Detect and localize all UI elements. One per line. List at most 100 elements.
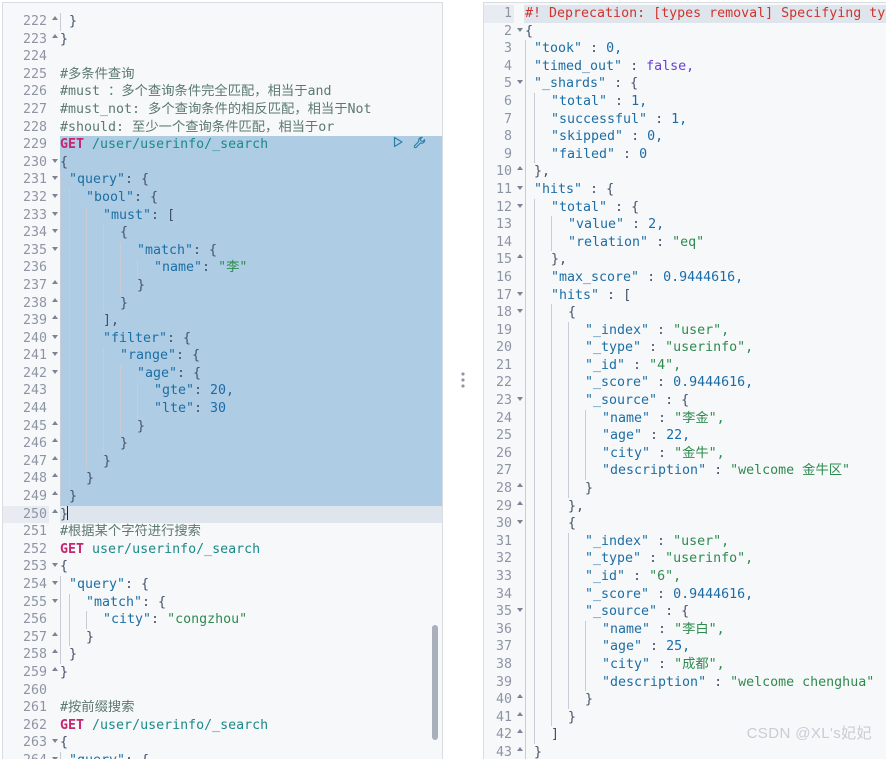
request-editor-scrollbar[interactable] — [432, 625, 438, 740]
fold-expand-icon[interactable] — [49, 312, 60, 330]
code-line[interactable]: 243 "gte": 20, — [3, 382, 442, 401]
fold-collapse-icon[interactable] — [49, 594, 60, 612]
code-line[interactable]: 25 "age" : 22, — [484, 427, 886, 445]
fold-collapse-icon[interactable] — [49, 189, 60, 207]
fold-expand-icon[interactable] — [49, 31, 60, 49]
code-line[interactable]: 15}, — [484, 251, 886, 269]
code-line[interactable]: 40} — [484, 691, 886, 709]
fold-collapse-icon[interactable] — [49, 224, 60, 242]
code-line[interactable]: 18 { — [484, 304, 886, 322]
fold-collapse-icon[interactable] — [49, 558, 60, 576]
request-actions[interactable] — [392, 136, 426, 154]
code-line[interactable]: 251 #根据某个字符进行搜索 — [3, 523, 442, 541]
code-line[interactable]: 5 "_shards" : { — [484, 75, 886, 93]
code-line[interactable]: 36 "name" : "李白", — [484, 620, 886, 639]
code-line[interactable]: 228 #should: 至少一个查询条件匹配，相当于or — [3, 119, 442, 137]
code-line[interactable]: 37 "age" : 25, — [484, 638, 886, 656]
request-editor-scroll[interactable]: 222} 223} 224 225 #多条件查询 226 #must ：多个查询条件完全匹配… — [3, 3, 442, 759]
code-line[interactable]: 9 "failed" : 0 — [484, 145, 886, 164]
code-line[interactable]: 35 "_source" : { — [484, 603, 886, 621]
code-line[interactable]: 38 "city" : "成都", — [484, 655, 886, 674]
fold-expand-icon[interactable] — [49, 646, 60, 664]
code-line[interactable]: 230 { — [3, 153, 442, 172]
code-line[interactable]: 258} — [3, 646, 442, 664]
code-line[interactable]: 32 "_type" : "userinfo", — [484, 550, 886, 568]
code-line[interactable]: 21 "_id" : "4", — [484, 356, 886, 375]
request-editor-lines[interactable]: 222} 223} 224 225 #多条件查询 226 #must ：多个查询条件完全匹配… — [3, 13, 442, 759]
fold-collapse-icon[interactable] — [49, 734, 60, 752]
code-line[interactable]: 223} — [3, 31, 442, 49]
fold-expand-icon[interactable] — [49, 506, 60, 524]
fold-collapse-icon[interactable] — [514, 304, 525, 322]
code-line[interactable]: 27 "description" : "welcome 金牛区" — [484, 462, 886, 481]
fold-expand-icon[interactable] — [49, 435, 60, 453]
wrench-icon[interactable] — [413, 136, 426, 155]
code-line[interactable]: 229 GET /user/userinfo/_search — [3, 136, 442, 154]
code-line[interactable]: 247} — [3, 452, 442, 471]
code-line[interactable]: 19 "_index" : "user", — [484, 321, 886, 340]
fold-collapse-icon[interactable] — [514, 199, 525, 217]
code-line[interactable]: 254 "query": { — [3, 576, 442, 594]
fold-collapse-icon[interactable] — [514, 181, 525, 199]
code-line[interactable]: 4 "timed_out" : false, — [484, 57, 886, 76]
code-line[interactable]: 30 { — [484, 515, 886, 533]
fold-collapse-icon[interactable] — [514, 287, 525, 305]
code-line[interactable]: 240 "filter": { — [3, 329, 442, 348]
code-line[interactable]: 255 "match": { — [3, 593, 442, 612]
code-line[interactable]: 3 "took" : 0, — [484, 40, 886, 58]
code-line[interactable]: 17 "hits" : [ — [484, 286, 886, 305]
code-line[interactable]: 12 "total" : { — [484, 198, 886, 217]
split-drag-handle-icon[interactable] — [461, 372, 465, 387]
code-line[interactable]: 235 "match": { — [3, 241, 442, 260]
code-line[interactable]: 242 "age": { — [3, 364, 442, 383]
fold-collapse-icon[interactable] — [514, 23, 525, 41]
fold-expand-icon[interactable] — [514, 163, 525, 181]
code-line[interactable]: 29}, — [484, 497, 886, 516]
code-line[interactable]: 256 "city": "congzhou" — [3, 611, 442, 629]
fold-collapse-icon[interactable] — [514, 392, 525, 410]
code-line[interactable]: 11 "hits" : { — [484, 180, 886, 199]
code-line[interactable]: 6 "total" : 1, — [484, 92, 886, 111]
fold-expand-icon[interactable] — [514, 480, 525, 498]
fold-expand-icon[interactable] — [514, 691, 525, 709]
code-line[interactable]: 224 — [3, 48, 442, 66]
fold-collapse-icon[interactable] — [49, 347, 60, 365]
code-line[interactable]: 34 "_score" : 0.9444616, — [484, 585, 886, 604]
play-icon[interactable] — [392, 136, 404, 154]
code-line[interactable]: 225 #多条件查询 — [3, 66, 442, 84]
code-line[interactable]: 244 "lte": 30 — [3, 400, 442, 418]
fold-expand-icon[interactable] — [49, 13, 60, 31]
code-line[interactable]: 232 "bool": { — [3, 188, 442, 207]
code-line[interactable]: 234 { — [3, 224, 442, 242]
panel-splitter[interactable] — [443, 0, 483, 759]
fold-expand-icon[interactable] — [49, 470, 60, 488]
code-line[interactable]: 239], — [3, 312, 442, 330]
fold-collapse-icon[interactable] — [514, 515, 525, 533]
fold-collapse-icon[interactable] — [514, 603, 525, 621]
fold-expand-icon[interactable] — [49, 418, 60, 436]
code-line[interactable]: 227 #must_not: 多个查询条件的相反匹配，相当于Not — [3, 101, 442, 119]
fold-collapse-icon[interactable] — [49, 365, 60, 383]
code-line[interactable]: 26 "city" : "金牛", — [484, 444, 886, 463]
fold-collapse-icon[interactable] — [49, 207, 60, 225]
request-editor-panel[interactable]: 222} 223} 224 225 #多条件查询 226 #must ：多个查询条件完全匹配… — [2, 2, 443, 759]
code-line[interactable]: 257} — [3, 628, 442, 647]
code-line[interactable]: 24 "name" : "李金", — [484, 409, 886, 428]
code-line[interactable]: 261 #按前缀搜索 — [3, 699, 442, 717]
fold-collapse-icon[interactable] — [49, 154, 60, 172]
code-line[interactable]: 10}, — [484, 163, 886, 181]
fold-expand-icon[interactable] — [49, 488, 60, 506]
code-line[interactable]: 250} — [3, 505, 442, 524]
fold-expand-icon[interactable] — [49, 295, 60, 313]
code-line[interactable]: 16 "max_score" : 0.9444616, — [484, 268, 886, 287]
code-line[interactable]: 246} — [3, 435, 442, 453]
code-line[interactable]: 7 "successful" : 1, — [484, 110, 886, 129]
fold-collapse-icon[interactable] — [49, 171, 60, 189]
code-line[interactable]: 43} — [484, 743, 886, 759]
code-line[interactable]: 22 "_score" : 0.9444616, — [484, 374, 886, 393]
fold-expand-icon[interactable] — [514, 498, 525, 516]
code-line[interactable]: 238} — [3, 294, 442, 313]
fold-expand-icon[interactable] — [49, 453, 60, 471]
response-viewer-panel[interactable]: 1 #! Deprecation: [types removal] Specify… — [483, 2, 886, 759]
code-line[interactable]: 20 "_type" : "userinfo", — [484, 339, 886, 357]
